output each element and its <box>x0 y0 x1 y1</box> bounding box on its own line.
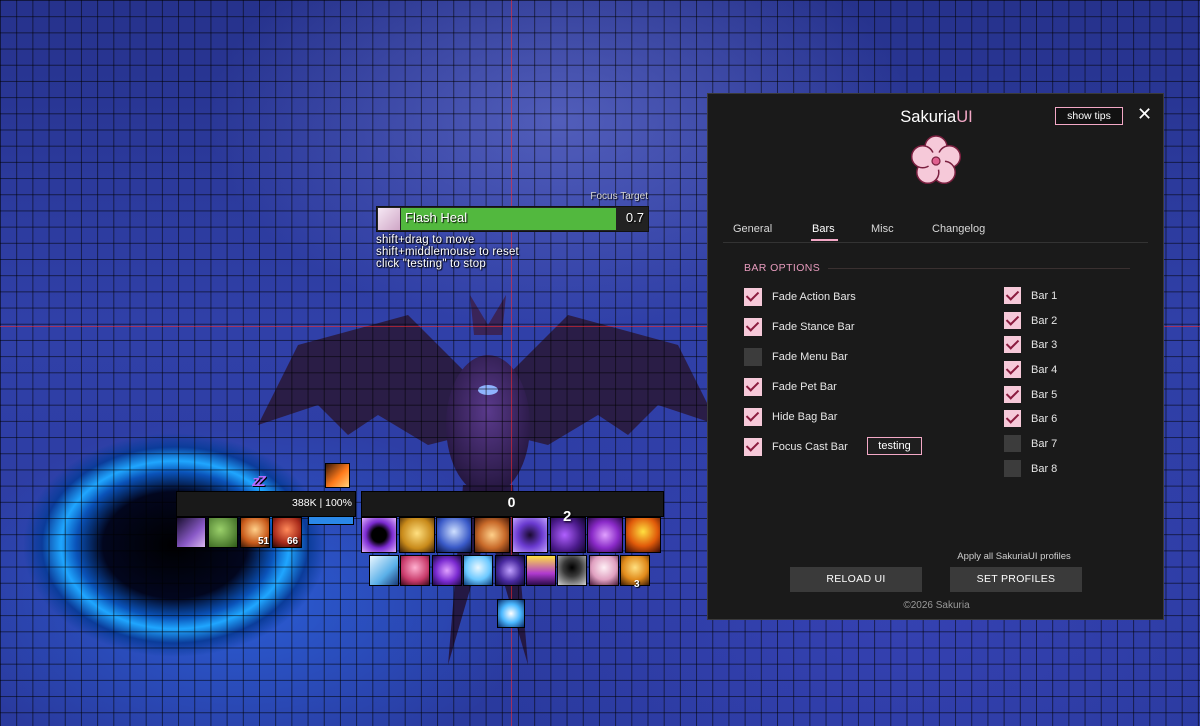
party-member-icon-2[interactable] <box>208 517 238 548</box>
action-slot-row2-8[interactable] <box>588 555 619 586</box>
bar-label-8: Bar 8 <box>1031 463 1058 475</box>
action-slot-row2-2[interactable] <box>400 555 431 586</box>
option-label-fade-action-bars: Fade Action Bars <box>772 291 856 303</box>
action-slot-row1-7[interactable] <box>587 517 624 553</box>
tab-bars[interactable]: Bars <box>812 223 835 235</box>
checkbox-fade-pet-bar[interactable] <box>744 378 762 396</box>
hint-move: shift+drag to move <box>376 234 475 246</box>
action-slot-row1-2[interactable] <box>398 517 435 553</box>
apply-profiles-note: Apply all SakuriaUI profiles <box>957 551 1071 562</box>
action-slot-row2-7[interactable] <box>557 555 588 586</box>
flash-heal-spell-icon <box>378 208 400 230</box>
checkbox-hide-bag-bar[interactable] <box>744 408 762 426</box>
bar-label-1: Bar 1 <box>1031 290 1058 302</box>
active-tab-indicator <box>811 239 838 241</box>
tab-misc[interactable]: Misc <box>871 223 894 235</box>
action-slot-row1-5[interactable] <box>511 517 548 553</box>
cast-spell-name: Flash Heal <box>405 210 468 225</box>
checkbox-fade-menu-bar[interactable] <box>744 348 762 366</box>
action-slot-row2-3[interactable] <box>431 555 462 586</box>
checkbox-bar-2[interactable] <box>1004 312 1021 329</box>
option-label-fade-pet-bar: Fade Pet Bar <box>772 381 837 393</box>
close-icon[interactable]: ✕ <box>1137 104 1152 125</box>
party-count-2: 66 <box>287 536 299 547</box>
bar-label-3: Bar 3 <box>1031 339 1058 351</box>
hint-reset: shift+middlemouse to reset <box>376 246 519 258</box>
option-label-fade-menu-bar: Fade Menu Bar <box>772 351 848 363</box>
action-slot-row2-6[interactable] <box>526 555 556 586</box>
sleep-zz-icon: zZ <box>252 473 266 490</box>
bar-label-4: Bar 4 <box>1031 364 1058 376</box>
option-label-focus-cast-bar: Focus Cast Bar <box>772 441 848 453</box>
panel-title-main: Sakuria <box>900 108 957 126</box>
player-health-text: 388K | 100% <box>292 497 352 509</box>
checkbox-bar-3[interactable] <box>1004 336 1021 353</box>
action-slot-row1-3[interactable] <box>436 517 473 553</box>
hint-stop: click "testing" to stop <box>376 258 486 270</box>
party-count-1: 51 <box>258 536 270 547</box>
row2-charge-count: 3 <box>634 579 640 590</box>
checkbox-bar-4[interactable] <box>1004 361 1021 378</box>
buff-icon[interactable] <box>325 463 350 488</box>
extra-ability-icon[interactable] <box>497 599 525 628</box>
checkbox-fade-action-bars[interactable] <box>744 288 762 306</box>
combo-points-value: 0 <box>507 494 516 510</box>
section-title-bar-options: BAR OPTIONS <box>744 262 821 274</box>
checkbox-bar-1[interactable] <box>1004 287 1021 304</box>
cast-time-remaining: 0.7 <box>625 210 644 225</box>
set-profiles-button[interactable]: SET PROFILES <box>950 567 1082 592</box>
show-tips-button[interactable]: show tips <box>1055 107 1123 125</box>
panel-title-accent: UI <box>956 108 973 126</box>
option-label-fade-stance-bar: Fade Stance Bar <box>772 321 855 333</box>
focus-target-label: Focus Target <box>590 191 648 202</box>
bar-label-7: Bar 7 <box>1031 438 1058 450</box>
checkbox-bar-8[interactable] <box>1004 460 1021 477</box>
sakuriaui-settings-panel: SakuriaUI show tips ✕ General Bars Misc … <box>707 93 1164 620</box>
action-slot-row2-5[interactable] <box>494 555 525 586</box>
bar-label-6: Bar 6 <box>1031 413 1058 425</box>
action-slot-row1-8[interactable] <box>624 517 661 553</box>
sakura-flower-icon <box>910 135 962 185</box>
checkbox-fade-stance-bar[interactable] <box>744 318 762 336</box>
checkbox-focus-cast-bar[interactable] <box>744 438 762 456</box>
reload-ui-button[interactable]: RELOAD UI <box>790 567 922 592</box>
party-member-icon-1[interactable] <box>176 517 206 548</box>
bar-label-5: Bar 5 <box>1031 389 1058 401</box>
bar-label-2: Bar 2 <box>1031 315 1058 327</box>
copyright-text: ©2026 Sakuria <box>903 600 970 611</box>
checkbox-bar-6[interactable] <box>1004 410 1021 427</box>
tab-general[interactable]: General <box>733 223 772 235</box>
checkbox-bar-5[interactable] <box>1004 386 1021 403</box>
checkbox-bar-7[interactable] <box>1004 435 1021 452</box>
testing-button[interactable]: testing <box>867 437 922 455</box>
action-slot-row1-1[interactable] <box>361 517 397 553</box>
section-divider <box>828 268 1130 269</box>
player-power-bar <box>308 516 354 525</box>
row1-charge-count: 2 <box>563 508 572 525</box>
action-slot-row1-4[interactable] <box>474 517 511 553</box>
tab-changelog[interactable]: Changelog <box>932 223 985 235</box>
tab-divider <box>723 242 1148 243</box>
option-label-hide-bag-bar: Hide Bag Bar <box>772 411 838 423</box>
action-slot-row2-1[interactable] <box>369 555 399 586</box>
action-slot-row2-4[interactable] <box>463 555 494 586</box>
